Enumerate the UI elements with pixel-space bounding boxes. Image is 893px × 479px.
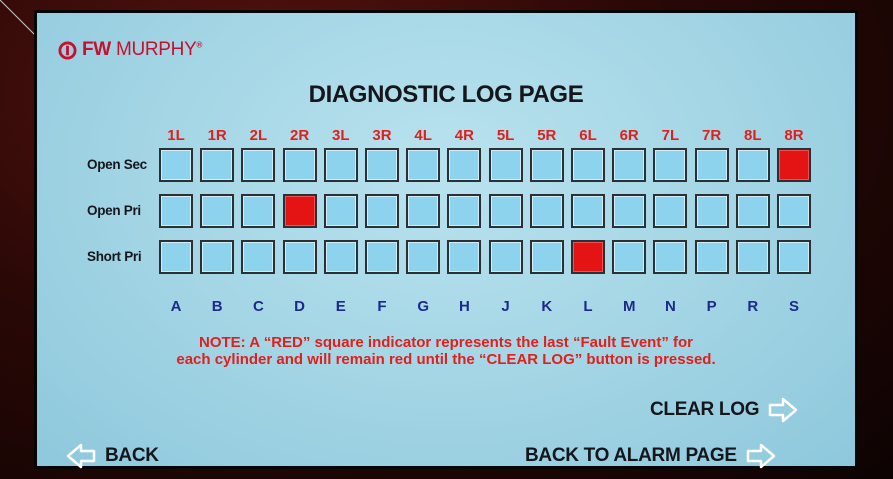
diagnostic-screen: FW MURPHY® DIAGNOSTIC LOG PAGE 1L 1R 2L 2R 3…: [37, 13, 855, 469]
column-label: 5L: [496, 127, 515, 144]
fault-indicator: [735, 194, 770, 228]
cylinder-label: M: [622, 298, 636, 315]
cylinder-label: H: [458, 298, 470, 315]
cylinder-label: D: [294, 298, 306, 315]
brand-name: FW MURPHY®: [82, 39, 203, 60]
fault-indicator: [282, 148, 317, 182]
fault-indicator: [365, 148, 399, 182]
fault-indicator: [694, 148, 729, 182]
fault-indicator: [406, 240, 441, 274]
fault-indicator: [777, 194, 811, 228]
cylinder-label: J: [501, 298, 510, 315]
fault-indicator: [612, 148, 647, 182]
fault-indicator: [241, 148, 276, 182]
clear-log-label: CLEAR LOG: [650, 399, 760, 420]
fault-indicator: [200, 240, 235, 274]
fault-indicator: [365, 240, 399, 274]
back-label: BACK: [105, 445, 159, 466]
fault-indicator: [653, 148, 688, 182]
fault-indicator: [447, 240, 482, 274]
clear-log-button[interactable]: CLEAR LOG: [650, 396, 799, 424]
cylinder-label: E: [335, 298, 346, 315]
fault-indicator-active: [777, 148, 811, 182]
back-button[interactable]: BACK: [65, 442, 159, 470]
fault-indicator: [571, 194, 605, 228]
fault-indicator: [571, 148, 605, 182]
fault-note-line-1: NOTE: A “RED” square indicator represent…: [199, 334, 693, 351]
arrow-left-outline-icon: [66, 443, 96, 469]
fault-note-line-2: each cylinder and will remain red until …: [176, 351, 716, 368]
fault-indicator: [735, 148, 770, 182]
fault-indicator: [200, 148, 235, 182]
back-to-alarm-page-button[interactable]: BACK TO ALARM PAGE: [525, 442, 777, 470]
column-label: 1L: [167, 127, 185, 144]
fault-indicator: [612, 240, 647, 274]
cylinder-label: L: [583, 298, 593, 315]
fault-indicator: [612, 194, 647, 228]
murphy-logo-icon: [58, 40, 77, 60]
fault-indicator: [694, 240, 729, 274]
fault-indicator: [241, 194, 276, 228]
column-label: 2L: [249, 127, 268, 144]
fault-indicator: [447, 194, 482, 228]
back-to-alarm-page-label: BACK TO ALARM PAGE: [525, 445, 737, 466]
column-label: 4L: [414, 127, 432, 144]
fault-indicator: [694, 194, 729, 228]
fault-indicator: [282, 240, 317, 274]
fault-indicator: [735, 240, 770, 274]
cylinder-label: N: [664, 298, 676, 315]
fault-indicator: [159, 194, 193, 228]
fault-indicator: [529, 148, 564, 182]
fault-indicator: [159, 240, 193, 274]
fault-indicator: [365, 194, 399, 228]
fault-indicator: [653, 240, 688, 274]
fault-indicator-active: [282, 194, 317, 228]
column-label: 4R: [454, 127, 474, 144]
fault-indicator: [529, 240, 564, 274]
cylinder-label: G: [417, 298, 430, 315]
column-label: 8R: [784, 127, 804, 144]
cylinder-label: K: [541, 298, 553, 315]
fault-indicator: [323, 240, 358, 274]
fault-indicator: [200, 194, 235, 228]
fault-indicator-active: [571, 240, 605, 274]
fault-indicator: [447, 148, 482, 182]
cylinder-label: B: [211, 298, 223, 315]
column-label: 3L: [332, 127, 350, 144]
fault-indicator: [406, 148, 441, 182]
brand-logo: FW MURPHY®: [58, 39, 202, 61]
fault-indicator: [323, 148, 358, 182]
column-label: 1R: [207, 127, 227, 144]
column-label: 7L: [661, 127, 680, 144]
fault-indicator: [653, 194, 688, 228]
fault-indicator: [159, 148, 193, 182]
fault-indicator: [488, 240, 523, 274]
column-label: 7R: [702, 127, 722, 144]
arrow-right-outline-icon: [768, 397, 798, 423]
fault-indicator: [406, 194, 441, 228]
column-label: 5R: [537, 127, 557, 144]
fault-note: NOTE: A “RED” square indicator represent…: [37, 334, 855, 368]
arrow-right-outline-icon: [746, 443, 775, 469]
fault-indicator: [241, 240, 276, 274]
column-label: 6L: [579, 127, 597, 144]
cylinder-label: C: [252, 298, 264, 315]
fault-indicator: [777, 240, 811, 274]
display-bezel: FW MURPHY® DIAGNOSTIC LOG PAGE 1L 1R 2L 2R 3…: [34, 10, 858, 469]
fault-indicator: [323, 194, 358, 228]
fault-indicator: [529, 194, 564, 228]
column-label: 6R: [619, 127, 639, 144]
cylinder-label: R: [747, 298, 759, 315]
cylinder-label: P: [706, 298, 717, 315]
column-label: 8L: [744, 127, 762, 144]
fault-indicator: [488, 194, 523, 228]
cylinder-label: F: [377, 298, 387, 315]
column-label: 3R: [372, 127, 392, 144]
cylinder-label: A: [170, 298, 182, 315]
fault-indicator: [488, 148, 523, 182]
cylinder-label: S: [788, 298, 799, 315]
page-title: DIAGNOSTIC LOG PAGE: [308, 81, 584, 108]
column-label: 2R: [290, 127, 310, 144]
